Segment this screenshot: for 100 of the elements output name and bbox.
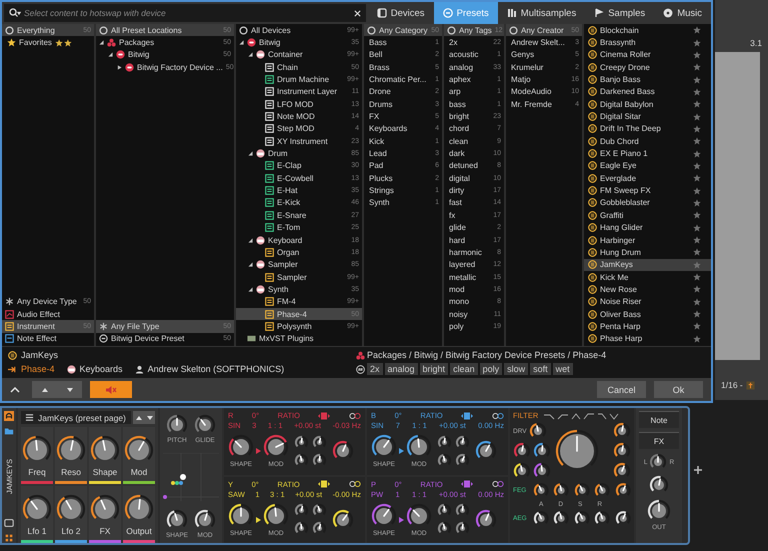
favorite-star-icon[interactable] xyxy=(693,273,701,282)
favorite-star-icon[interactable] xyxy=(693,186,701,195)
favorite-star-icon[interactable] xyxy=(693,63,701,72)
down-arrow-icon[interactable] xyxy=(146,416,152,420)
favorite-star-icon[interactable] xyxy=(693,150,701,158)
preset-item[interactable]: Darkened Bass xyxy=(584,86,711,98)
favorite-star-icon[interactable] xyxy=(693,211,701,220)
favorite-star-icon[interactable] xyxy=(693,334,701,343)
preset-item[interactable]: Digital Sitar xyxy=(584,110,711,123)
collapse-icon[interactable] xyxy=(99,40,104,46)
favorite-star-icon[interactable] xyxy=(693,137,701,146)
up-arrow-icon[interactable] xyxy=(136,416,142,420)
knob[interactable] xyxy=(437,452,452,468)
tag-chip[interactable]: poly xyxy=(480,363,502,375)
knob[interactable] xyxy=(455,503,470,518)
tag-chip[interactable]: clean xyxy=(450,363,478,375)
favorite-star-icon[interactable] xyxy=(693,298,701,306)
knob[interactable] xyxy=(455,452,470,468)
knob[interactable] xyxy=(294,452,309,468)
favorite-star-icon[interactable] xyxy=(693,322,701,330)
expand-icon[interactable] xyxy=(117,64,122,70)
window-icon[interactable] xyxy=(4,518,14,528)
add-icon[interactable] xyxy=(694,466,702,474)
knob[interactable] xyxy=(437,434,452,450)
tag-chip[interactable]: slow xyxy=(504,363,528,375)
collapse-icon[interactable] xyxy=(248,151,253,156)
preset-item[interactable]: Oliver Bass xyxy=(584,308,711,320)
knob[interactable] xyxy=(312,503,327,518)
cancel-button[interactable]: Cancel xyxy=(597,381,646,398)
favorite-star-icon[interactable] xyxy=(693,236,701,244)
preset-item[interactable]: Brassynth xyxy=(584,36,711,49)
preset-item[interactable]: Harbinger xyxy=(584,234,711,246)
device-type-item[interactable]: Audio Effect xyxy=(2,308,94,320)
clear-search-icon[interactable] xyxy=(354,10,361,17)
preset-item[interactable]: Kick Me xyxy=(584,270,711,284)
knob[interactable] xyxy=(455,434,470,450)
favorite-star-icon[interactable] xyxy=(693,76,701,84)
knob[interactable] xyxy=(312,521,327,536)
caret-up-icon[interactable] xyxy=(10,386,20,392)
favorite-star-icon[interactable] xyxy=(693,124,701,133)
collapse-icon[interactable] xyxy=(239,40,244,46)
link-icon[interactable] xyxy=(348,412,361,420)
fx-button[interactable]: FX xyxy=(639,432,679,449)
prev-next-buttons[interactable] xyxy=(32,381,82,398)
up-arrow-icon[interactable] xyxy=(42,388,48,392)
favorite-star-icon[interactable] xyxy=(693,285,701,294)
favorite-star-icon[interactable] xyxy=(693,50,701,59)
preset-item[interactable]: Phase Harp xyxy=(584,332,711,345)
tree-item[interactable]: MxVST Plugins xyxy=(236,332,362,345)
favorite-star-icon[interactable] xyxy=(693,310,701,318)
knob[interactable] xyxy=(312,452,327,468)
preset-item[interactable]: Hung Drum xyxy=(584,246,711,259)
favorite-star-icon[interactable] xyxy=(693,224,701,232)
collapse-icon[interactable] xyxy=(248,52,253,58)
tag-chip[interactable]: 2x xyxy=(367,363,383,375)
favorite-star-icon[interactable] xyxy=(693,174,701,182)
tag-chip[interactable]: analog xyxy=(384,363,418,375)
favorite-star-icon[interactable] xyxy=(693,248,701,256)
tag-chip[interactable]: soft xyxy=(530,363,551,375)
favorite-star-icon[interactable] xyxy=(693,100,701,108)
favorite-star-icon[interactable] xyxy=(693,88,701,96)
down-arrow-icon[interactable] xyxy=(66,388,72,392)
preset-item[interactable]: Digital Babylon xyxy=(584,98,711,110)
preset-item[interactable]: Eagle Eye xyxy=(584,160,711,172)
knob[interactable] xyxy=(455,521,470,536)
tag-chip[interactable]: wet xyxy=(552,363,573,375)
preset-page-selector[interactable]: JamKeys (preset page) xyxy=(21,411,131,424)
xy-pad-drawing[interactable] xyxy=(163,452,219,500)
folder-icon[interactable] xyxy=(4,426,14,436)
link-icon[interactable] xyxy=(492,480,504,488)
favorite-star-icon[interactable] xyxy=(693,38,701,47)
knob[interactable] xyxy=(294,434,309,450)
favorites-item[interactable]: Favorites xyxy=(2,36,94,49)
preset-item[interactable]: Drift In The Deep xyxy=(584,122,711,136)
favorite-star-icon[interactable] xyxy=(693,112,701,121)
knob[interactable] xyxy=(312,434,327,450)
preset-item[interactable]: Graffiti xyxy=(584,209,711,222)
collapse-icon[interactable] xyxy=(108,52,113,58)
tag-chip[interactable]: bright xyxy=(420,363,448,375)
preset-item[interactable]: Penta Harp xyxy=(584,320,711,333)
knob[interactable] xyxy=(437,503,452,518)
preset-item[interactable]: Noise Riser xyxy=(584,296,711,308)
preset-item[interactable]: Cinema Roller xyxy=(584,48,711,62)
knob[interactable] xyxy=(294,503,309,518)
note-button[interactable]: Note xyxy=(639,411,679,428)
preset-item[interactable]: EX E Piano 1 xyxy=(584,147,711,160)
preset-item[interactable]: FM Sweep FX xyxy=(584,184,711,197)
favorite-star-icon[interactable] xyxy=(693,198,701,207)
grid-setting[interactable]: 1/16 - xyxy=(721,380,743,390)
preset-item[interactable]: Everglade xyxy=(584,172,711,184)
preset-item[interactable]: Creepy Drone xyxy=(584,61,711,74)
ok-button[interactable]: Ok xyxy=(654,381,703,398)
favorite-star-icon[interactable] xyxy=(693,26,701,34)
knob[interactable] xyxy=(437,521,452,536)
link-icon[interactable] xyxy=(349,480,361,488)
preset-item[interactable]: Blockchain xyxy=(584,24,711,36)
collapse-icon[interactable] xyxy=(248,262,253,268)
preset-item[interactable]: New Rose xyxy=(584,283,711,296)
preset-item[interactable]: JamKeys xyxy=(584,258,711,271)
search-field[interactable]: Select content to hotswap with device xyxy=(4,4,366,22)
